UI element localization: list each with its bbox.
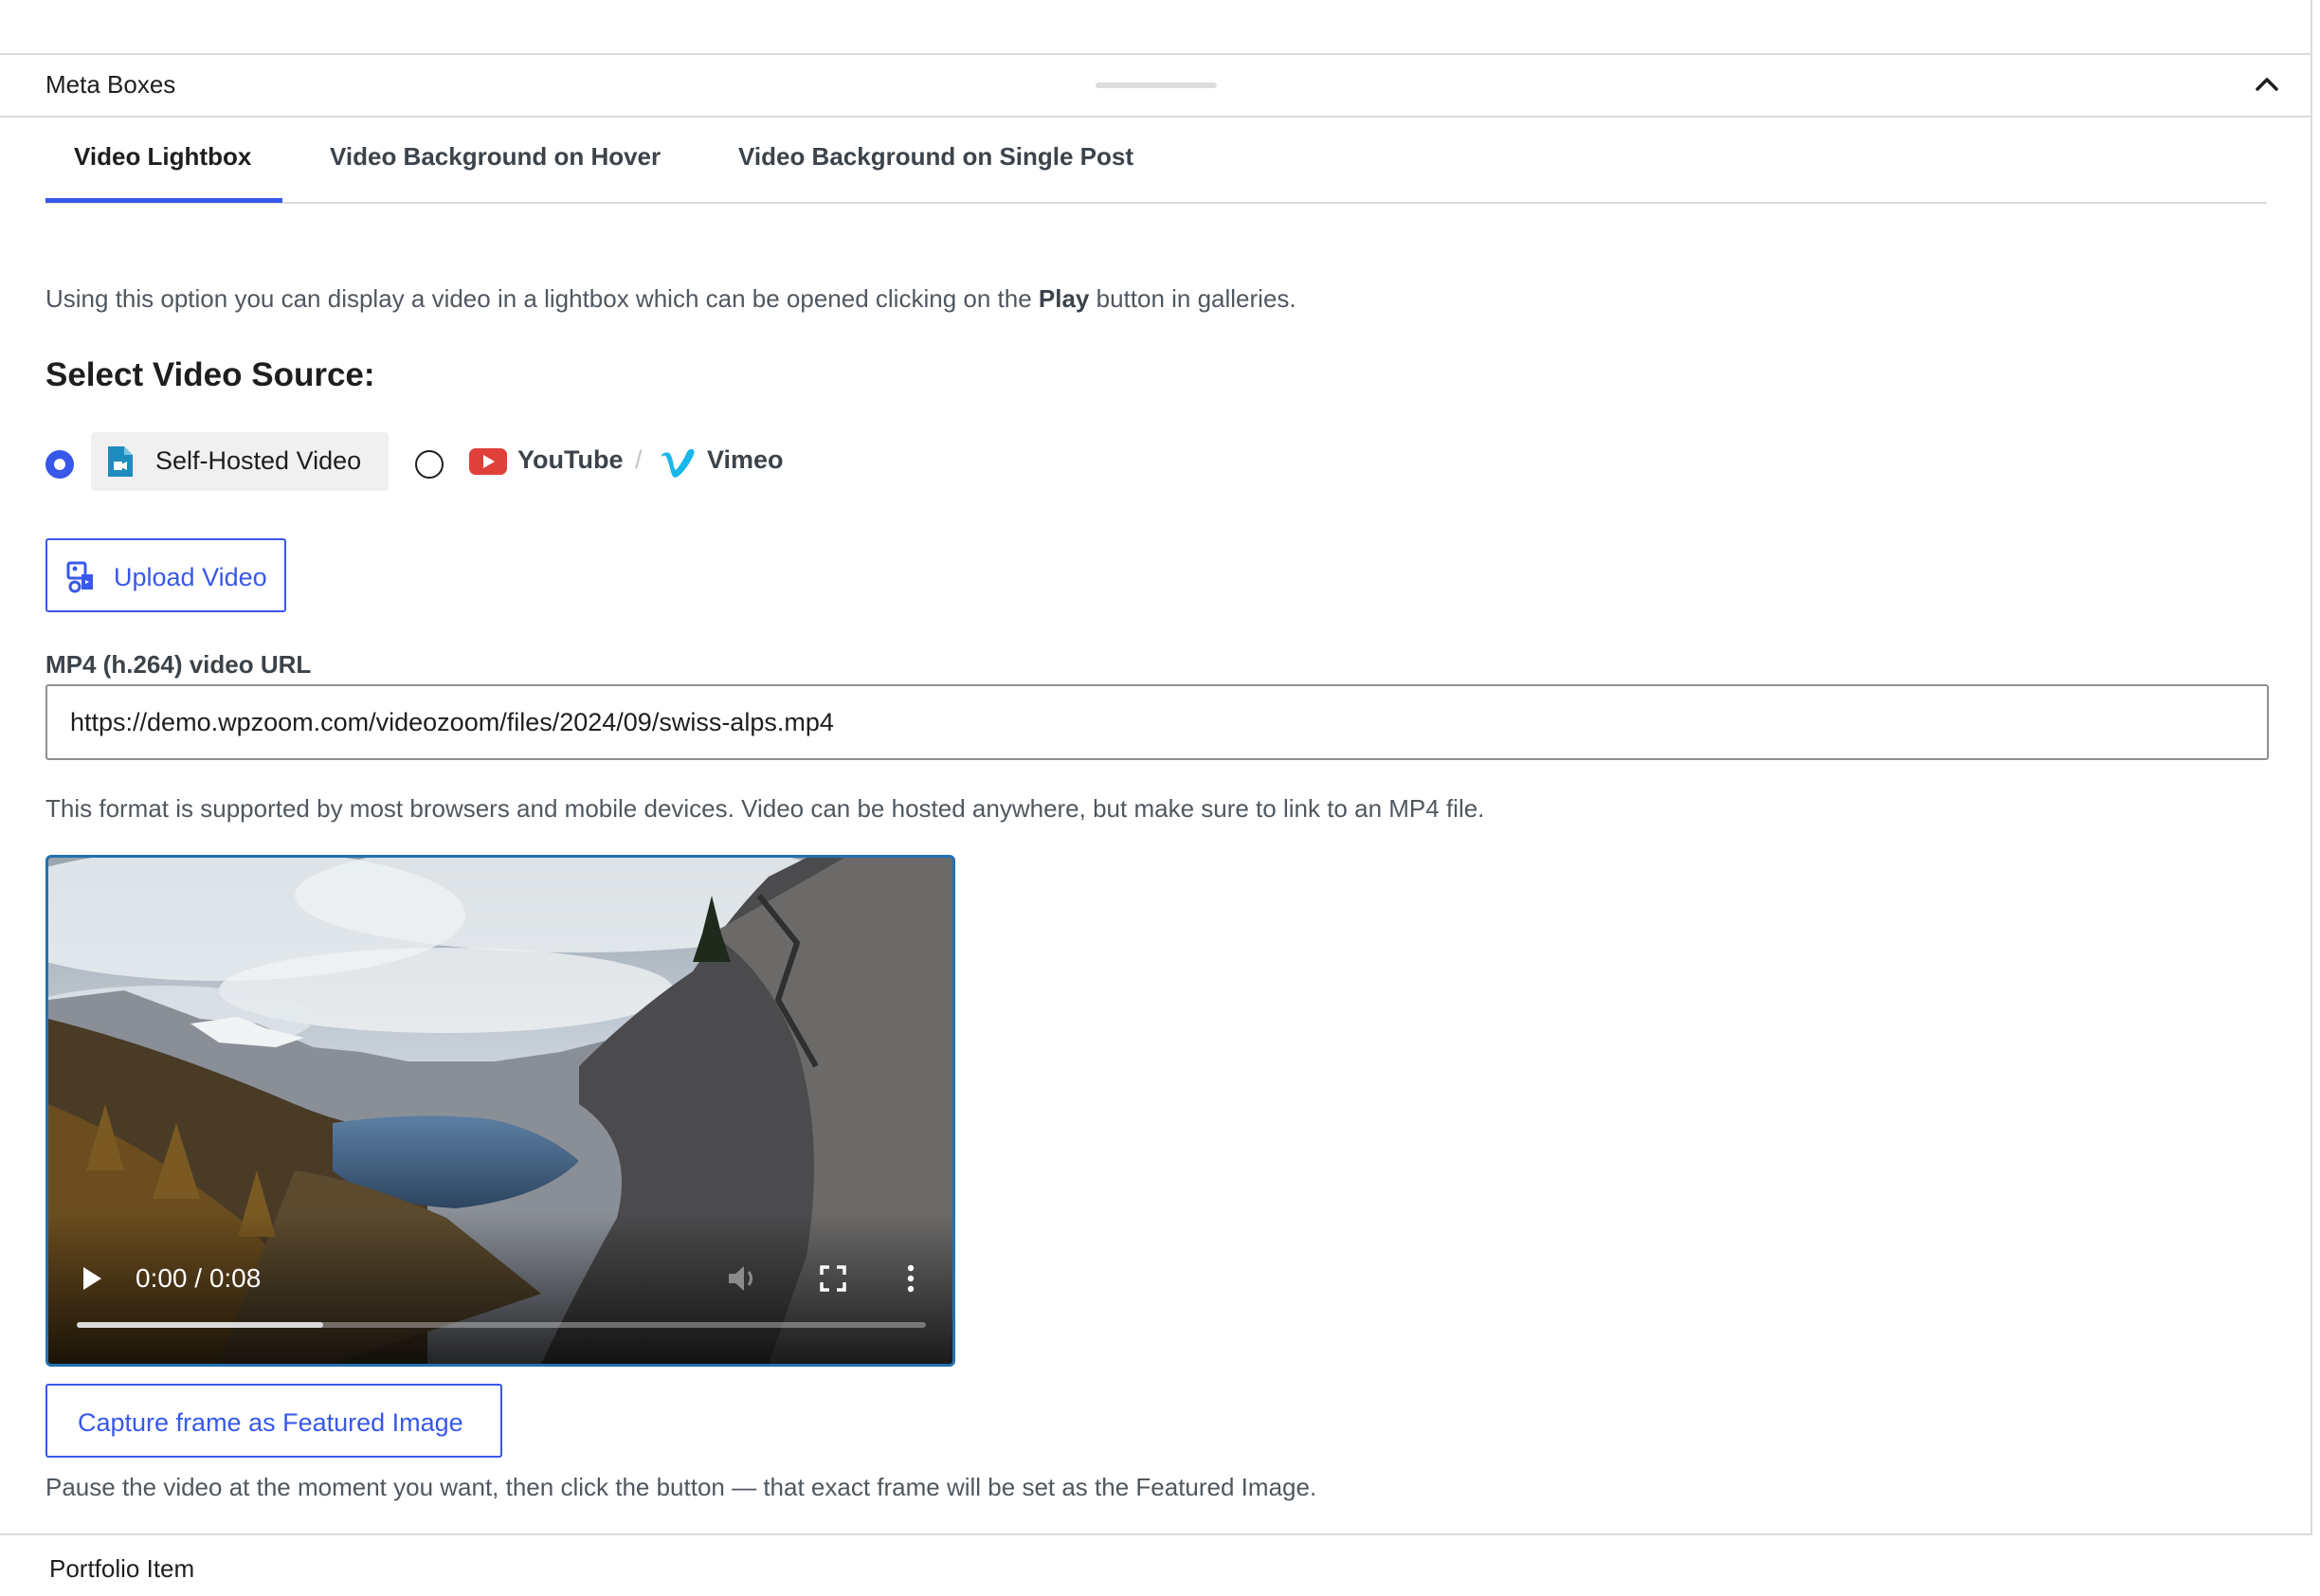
self-hosted-option[interactable]: Self-Hosted Video <box>91 432 389 491</box>
capture-frame-label: Capture frame as Featured Image <box>78 1408 463 1437</box>
self-hosted-label: Self-Hosted Video <box>155 446 362 475</box>
capture-frame-button[interactable]: Capture frame as Featured Image <box>45 1384 502 1458</box>
description-text: Using this option you can display a vide… <box>45 284 1039 313</box>
metabox-header-divider <box>0 116 2312 118</box>
upload-video-label: Upload Video <box>114 563 267 591</box>
portfolio-item-title: Portfolio Item <box>49 1554 195 1583</box>
drag-handle[interactable] <box>1096 82 1217 88</box>
video-time-display: 0:00 / 0:08 <box>136 1263 262 1293</box>
chevron-up-icon <box>2256 78 2278 91</box>
youtube-label[interactable]: YouTube <box>517 445 623 475</box>
panel-right-border <box>2311 0 2312 1535</box>
source-separator: / <box>635 445 643 474</box>
vimeo-icon <box>662 448 695 478</box>
lightbox-description: Using this option you can display a vide… <box>45 284 1296 314</box>
mute-icon[interactable] <box>727 1263 759 1294</box>
play-icon[interactable] <box>81 1265 103 1292</box>
video-url-label: MP4 (h.264) video URL <box>45 650 312 679</box>
description-play-emphasis: Play <box>1038 284 1090 313</box>
video-url-help: This format is supported by most browser… <box>45 794 1485 823</box>
video-file-icon <box>108 446 133 477</box>
metabox-title: Meta Boxes <box>45 70 176 99</box>
self-hosted-radio[interactable] <box>45 450 74 479</box>
active-tab-indicator <box>45 198 282 203</box>
collapse-toggle-button[interactable] <box>2250 70 2284 99</box>
top-divider <box>0 53 2312 55</box>
metabox-bottom-divider <box>0 1533 2312 1535</box>
youtube-radio[interactable] <box>415 450 444 479</box>
description-text-end: button in galleries. <box>1089 284 1296 313</box>
capture-frame-help: Pause the video at the moment you want, … <box>45 1473 1317 1501</box>
upload-video-button[interactable]: Upload Video <box>45 538 286 612</box>
fullscreen-icon[interactable] <box>820 1265 846 1292</box>
video-player[interactable]: 0:00 / 0:08 <box>45 855 955 1367</box>
video-progress-fill <box>77 1322 323 1328</box>
tab-video-background-hover[interactable]: Video Background on Hover <box>330 142 661 203</box>
tab-video-lightbox[interactable]: Video Lightbox <box>74 142 251 203</box>
tab-video-background-single-post[interactable]: Video Background on Single Post <box>738 142 1133 203</box>
video-url-input[interactable] <box>45 684 2269 760</box>
youtube-icon <box>469 448 507 475</box>
video-source-heading: Select Video Source: <box>45 356 375 393</box>
upload-media-icon <box>66 561 93 593</box>
video-progress-track[interactable] <box>77 1322 926 1328</box>
vimeo-label[interactable]: Vimeo <box>707 445 784 475</box>
more-options-icon[interactable] <box>905 1263 916 1294</box>
